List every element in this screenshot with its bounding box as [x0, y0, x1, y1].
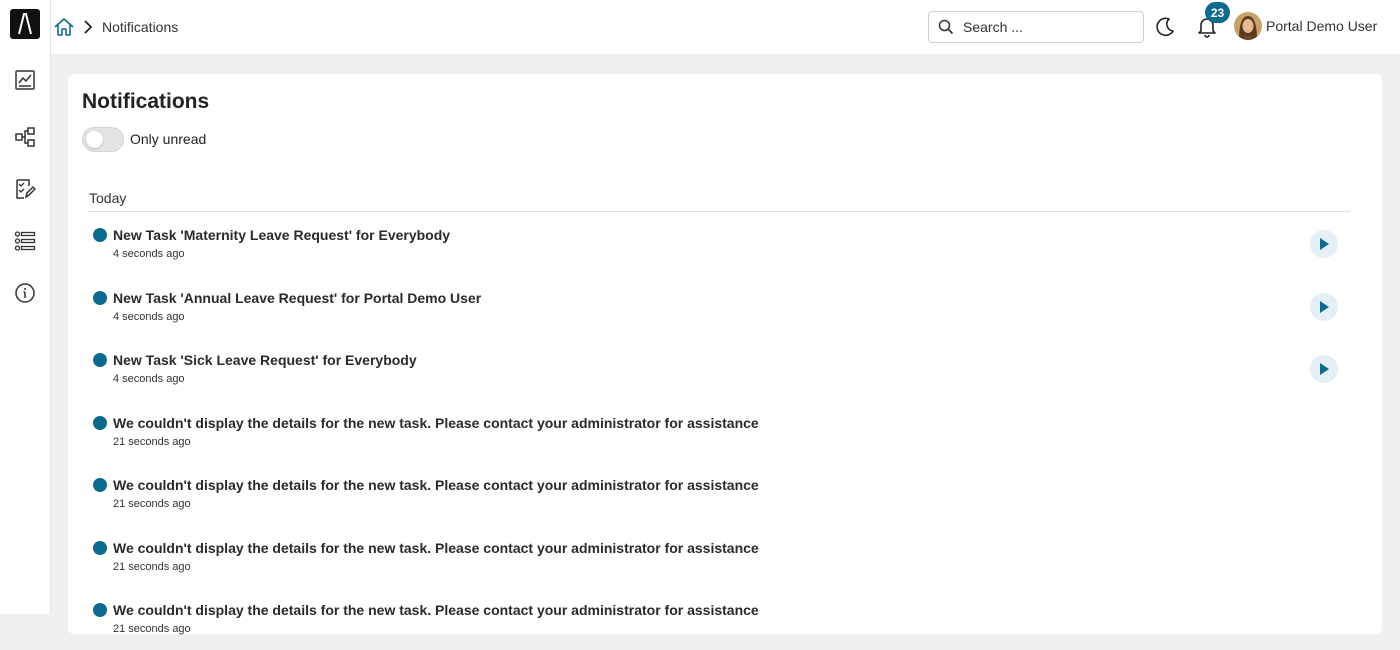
chevron-right-icon	[81, 19, 95, 40]
notification-time: 21 seconds ago	[113, 498, 191, 510]
only-unread-toggle[interactable]	[82, 127, 124, 152]
sidebar-item-list[interactable]	[12, 228, 38, 254]
play-icon	[1320, 300, 1329, 313]
notification-item[interactable]: New Task 'Sick Leave Request' for Everyb…	[88, 337, 1350, 400]
user-name[interactable]: Portal Demo User	[1266, 18, 1377, 34]
notification-item[interactable]: We couldn't display the details for the …	[88, 462, 1350, 525]
unread-dot-icon	[93, 415, 107, 430]
user-avatar-icon	[1234, 12, 1262, 40]
sidebar	[0, 0, 51, 614]
search-input[interactable]	[963, 19, 1133, 35]
sidebar-item-info[interactable]	[12, 280, 38, 306]
play-icon	[1320, 238, 1329, 250]
play-icon	[1320, 363, 1329, 375]
notification-item[interactable]: We couldn't display the details for the …	[88, 587, 1350, 650]
top-bar: Notifications 23 Portal Demo User	[51, 0, 1400, 54]
sidebar-item-tasks[interactable]	[12, 176, 38, 202]
info-icon	[15, 283, 35, 303]
dark-mode-toggle[interactable]	[1154, 16, 1176, 43]
unread-dot-icon	[93, 540, 107, 555]
breadcrumb-current: Notifications	[102, 19, 179, 35]
notification-title: New Task 'Annual Leave Request' for Port…	[113, 289, 482, 306]
process-chart-icon	[15, 70, 35, 90]
notification-title: We couldn't display the details for the …	[113, 477, 759, 493]
notification-time: 21 seconds ago	[113, 623, 191, 635]
sidebar-item-process-chart[interactable]	[12, 67, 38, 93]
notification-title: New Task 'Maternity Leave Request' for E…	[113, 227, 451, 243]
notification-title: We couldn't display the details for the …	[113, 414, 759, 431]
notification-item[interactable]: New Task 'Maternity Leave Request' for E…	[88, 212, 1350, 275]
moon-icon	[1156, 17, 1174, 37]
home-icon[interactable]	[53, 16, 75, 43]
notification-time: 4 seconds ago	[113, 373, 185, 385]
workflow-icon	[15, 127, 35, 147]
notifications-panel: Notifications Only unread Today New Task…	[68, 74, 1382, 635]
unread-dot-icon	[93, 290, 107, 305]
notification-count-badge: 23	[1205, 2, 1230, 23]
notification-item[interactable]: We couldn't display the details for the …	[88, 525, 1350, 588]
unread-dot-icon	[93, 478, 107, 492]
unread-dot-icon	[93, 603, 107, 617]
search-icon	[938, 19, 954, 35]
notification-title: We couldn't display the details for the …	[113, 602, 759, 618]
notification-item[interactable]: New Task 'Annual Leave Request' for Port…	[88, 275, 1350, 338]
start-task-button[interactable]	[1310, 230, 1338, 258]
section-header-today: Today	[88, 190, 1350, 212]
notification-item[interactable]: We couldn't display the details for the …	[88, 400, 1350, 463]
page-title: Notifications	[82, 90, 210, 113]
axon-logo-icon	[18, 13, 32, 35]
app-logo[interactable]	[10, 9, 40, 39]
notification-title: We couldn't display the details for the …	[113, 539, 759, 556]
start-task-button[interactable]	[1310, 355, 1338, 383]
only-unread-label: Only unread	[130, 131, 207, 147]
toggle-knob	[86, 131, 103, 148]
notification-list: New Task 'Maternity Leave Request' for E…	[88, 212, 1350, 650]
unread-dot-icon	[93, 228, 107, 242]
task-checklist-icon	[16, 179, 36, 199]
notification-time: 4 seconds ago	[113, 310, 185, 323]
avatar[interactable]	[1234, 12, 1262, 40]
unread-dot-icon	[93, 353, 107, 367]
notification-time: 21 seconds ago	[113, 560, 191, 573]
start-task-button[interactable]	[1310, 292, 1338, 321]
notification-title: New Task 'Sick Leave Request' for Everyb…	[113, 352, 417, 368]
notification-time: 4 seconds ago	[113, 248, 185, 260]
sidebar-item-workflow[interactable]	[12, 124, 38, 150]
search-box[interactable]	[928, 11, 1144, 43]
notification-time: 21 seconds ago	[113, 435, 191, 448]
list-icon	[14, 231, 36, 251]
